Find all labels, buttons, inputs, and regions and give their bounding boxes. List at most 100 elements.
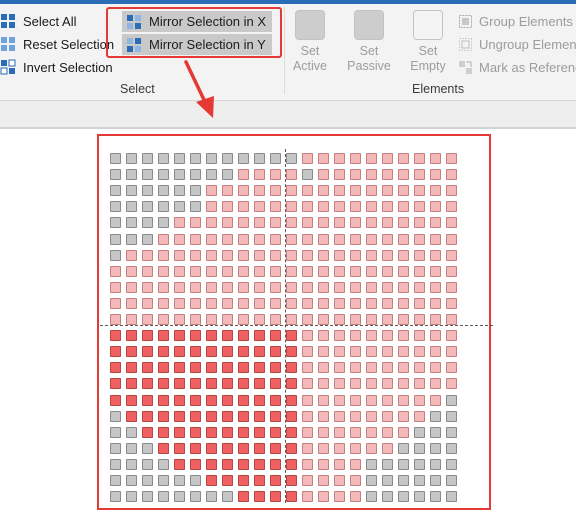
grid-cell-unselected[interactable] <box>270 314 281 325</box>
grid-cell-passive[interactable] <box>382 491 393 503</box>
grid-cell-selected[interactable] <box>254 475 265 486</box>
grid-cell-unselected[interactable] <box>238 185 249 197</box>
grid-cell-unselected[interactable] <box>446 281 457 293</box>
grid-cell-unselected[interactable] <box>174 249 185 261</box>
grid-cell-unselected[interactable] <box>254 233 265 245</box>
grid-cell-selected[interactable] <box>206 426 217 438</box>
grid-cell-unselected[interactable] <box>414 185 425 197</box>
grid-cell-unselected[interactable] <box>398 378 409 390</box>
grid-cell-unselected[interactable] <box>238 201 249 213</box>
grid-cell-selected[interactable] <box>126 394 137 406</box>
grid-cell-selected[interactable] <box>190 378 201 390</box>
grid-cell-unselected[interactable] <box>254 297 265 309</box>
grid-cell-unselected[interactable] <box>318 314 329 325</box>
grid-cell-unselected[interactable] <box>206 185 217 197</box>
grid-cell-unselected[interactable] <box>190 297 201 309</box>
grid-cell-passive[interactable] <box>126 426 137 438</box>
grid-cell-unselected[interactable] <box>334 314 345 325</box>
grid-cell-unselected[interactable] <box>366 362 377 374</box>
grid-cell-unselected[interactable] <box>366 426 377 438</box>
grid-cell-passive[interactable] <box>142 233 153 245</box>
grid-cell-passive[interactable] <box>126 153 137 164</box>
grid-cell-unselected[interactable] <box>398 169 409 181</box>
grid-cell-unselected[interactable] <box>414 201 425 213</box>
grid-cell-selected[interactable] <box>238 491 249 503</box>
grid-cell-unselected[interactable] <box>318 217 329 229</box>
grid-cell-unselected[interactable] <box>110 314 121 325</box>
grid-cell-unselected[interactable] <box>398 394 409 406</box>
grid-cell-unselected[interactable] <box>350 314 361 325</box>
grid-cell-passive[interactable] <box>110 442 121 454</box>
grid-cell-selected[interactable] <box>142 426 153 438</box>
grid-cell-unselected[interactable] <box>158 281 169 293</box>
grid-cell-unselected[interactable] <box>254 185 265 197</box>
grid-cell-selected[interactable] <box>254 426 265 438</box>
grid-cell-selected[interactable] <box>190 394 201 406</box>
grid-cell-unselected[interactable] <box>334 426 345 438</box>
set-active-button[interactable]: Set Active <box>286 10 334 76</box>
grid-cell-unselected[interactable] <box>382 297 393 309</box>
grid-cell-unselected[interactable] <box>318 458 329 470</box>
grid-cell-unselected[interactable] <box>126 265 137 277</box>
grid-cell-unselected[interactable] <box>334 201 345 213</box>
grid-cell-selected[interactable] <box>222 458 233 470</box>
grid-cell-unselected[interactable] <box>382 185 393 197</box>
grid-cell-unselected[interactable] <box>350 249 361 261</box>
grid-cell-unselected[interactable] <box>286 265 297 277</box>
grid-cell-unselected[interactable] <box>414 217 425 229</box>
grid-cell-passive[interactable] <box>398 475 409 486</box>
grid-cell-selected[interactable] <box>174 378 185 390</box>
grid-cell-unselected[interactable] <box>318 265 329 277</box>
grid-cell-unselected[interactable] <box>142 281 153 293</box>
grid-cell-selected[interactable] <box>206 442 217 454</box>
grid-cell-selected[interactable] <box>110 346 121 358</box>
grid-cell-unselected[interactable] <box>254 169 265 181</box>
grid-cell-unselected[interactable] <box>446 185 457 197</box>
grid-cell-selected[interactable] <box>222 442 233 454</box>
grid-cell-unselected[interactable] <box>174 233 185 245</box>
grid-cell-selected[interactable] <box>286 491 297 503</box>
grid-cell-unselected[interactable] <box>334 442 345 454</box>
grid-cell-unselected[interactable] <box>206 314 217 325</box>
grid-cell-unselected[interactable] <box>398 265 409 277</box>
grid-cell-passive[interactable] <box>126 442 137 454</box>
grid-cell-passive[interactable] <box>174 491 185 503</box>
grid-cell-selected[interactable] <box>206 394 217 406</box>
grid-cell-unselected[interactable] <box>350 169 361 181</box>
grid-cell-passive[interactable] <box>126 185 137 197</box>
grid-cell-unselected[interactable] <box>222 297 233 309</box>
grid-cell-selected[interactable] <box>206 458 217 470</box>
grid-cell-passive[interactable] <box>430 475 441 486</box>
grid-cell-unselected[interactable] <box>254 314 265 325</box>
grid-cell-passive[interactable] <box>142 153 153 164</box>
grid-cell-unselected[interactable] <box>302 297 313 309</box>
grid-cell-passive[interactable] <box>190 201 201 213</box>
grid-cell-unselected[interactable] <box>366 394 377 406</box>
grid-cell-unselected[interactable] <box>126 297 137 309</box>
grid-cell-passive[interactable] <box>190 491 201 503</box>
grid-cell-unselected[interactable] <box>350 475 361 486</box>
grid-cell-passive[interactable] <box>142 458 153 470</box>
grid-cell-selected[interactable] <box>206 346 217 358</box>
grid-cell-unselected[interactable] <box>206 217 217 229</box>
grid-cell-unselected[interactable] <box>366 442 377 454</box>
grid-cell-unselected[interactable] <box>302 265 313 277</box>
grid-cell-unselected[interactable] <box>302 217 313 229</box>
grid-cell-passive[interactable] <box>158 491 169 503</box>
grid-cell-unselected[interactable] <box>270 281 281 293</box>
grid-cell-selected[interactable] <box>222 378 233 390</box>
grid-cell-unselected[interactable] <box>334 362 345 374</box>
select-all-button[interactable]: Select All <box>0 10 76 32</box>
grid-cell-unselected[interactable] <box>302 426 313 438</box>
grid-cell-selected[interactable] <box>254 378 265 390</box>
grid-cell-unselected[interactable] <box>414 297 425 309</box>
grid-cell-unselected[interactable] <box>382 362 393 374</box>
grid-cell-passive[interactable] <box>110 217 121 229</box>
grid-cell-unselected[interactable] <box>302 346 313 358</box>
grid-cell-unselected[interactable] <box>366 330 377 342</box>
grid-cell-selected[interactable] <box>254 442 265 454</box>
grid-cell-selected[interactable] <box>206 362 217 374</box>
grid-cell-unselected[interactable] <box>222 217 233 229</box>
grid-cell-unselected[interactable] <box>430 265 441 277</box>
grid-cell-unselected[interactable] <box>174 281 185 293</box>
